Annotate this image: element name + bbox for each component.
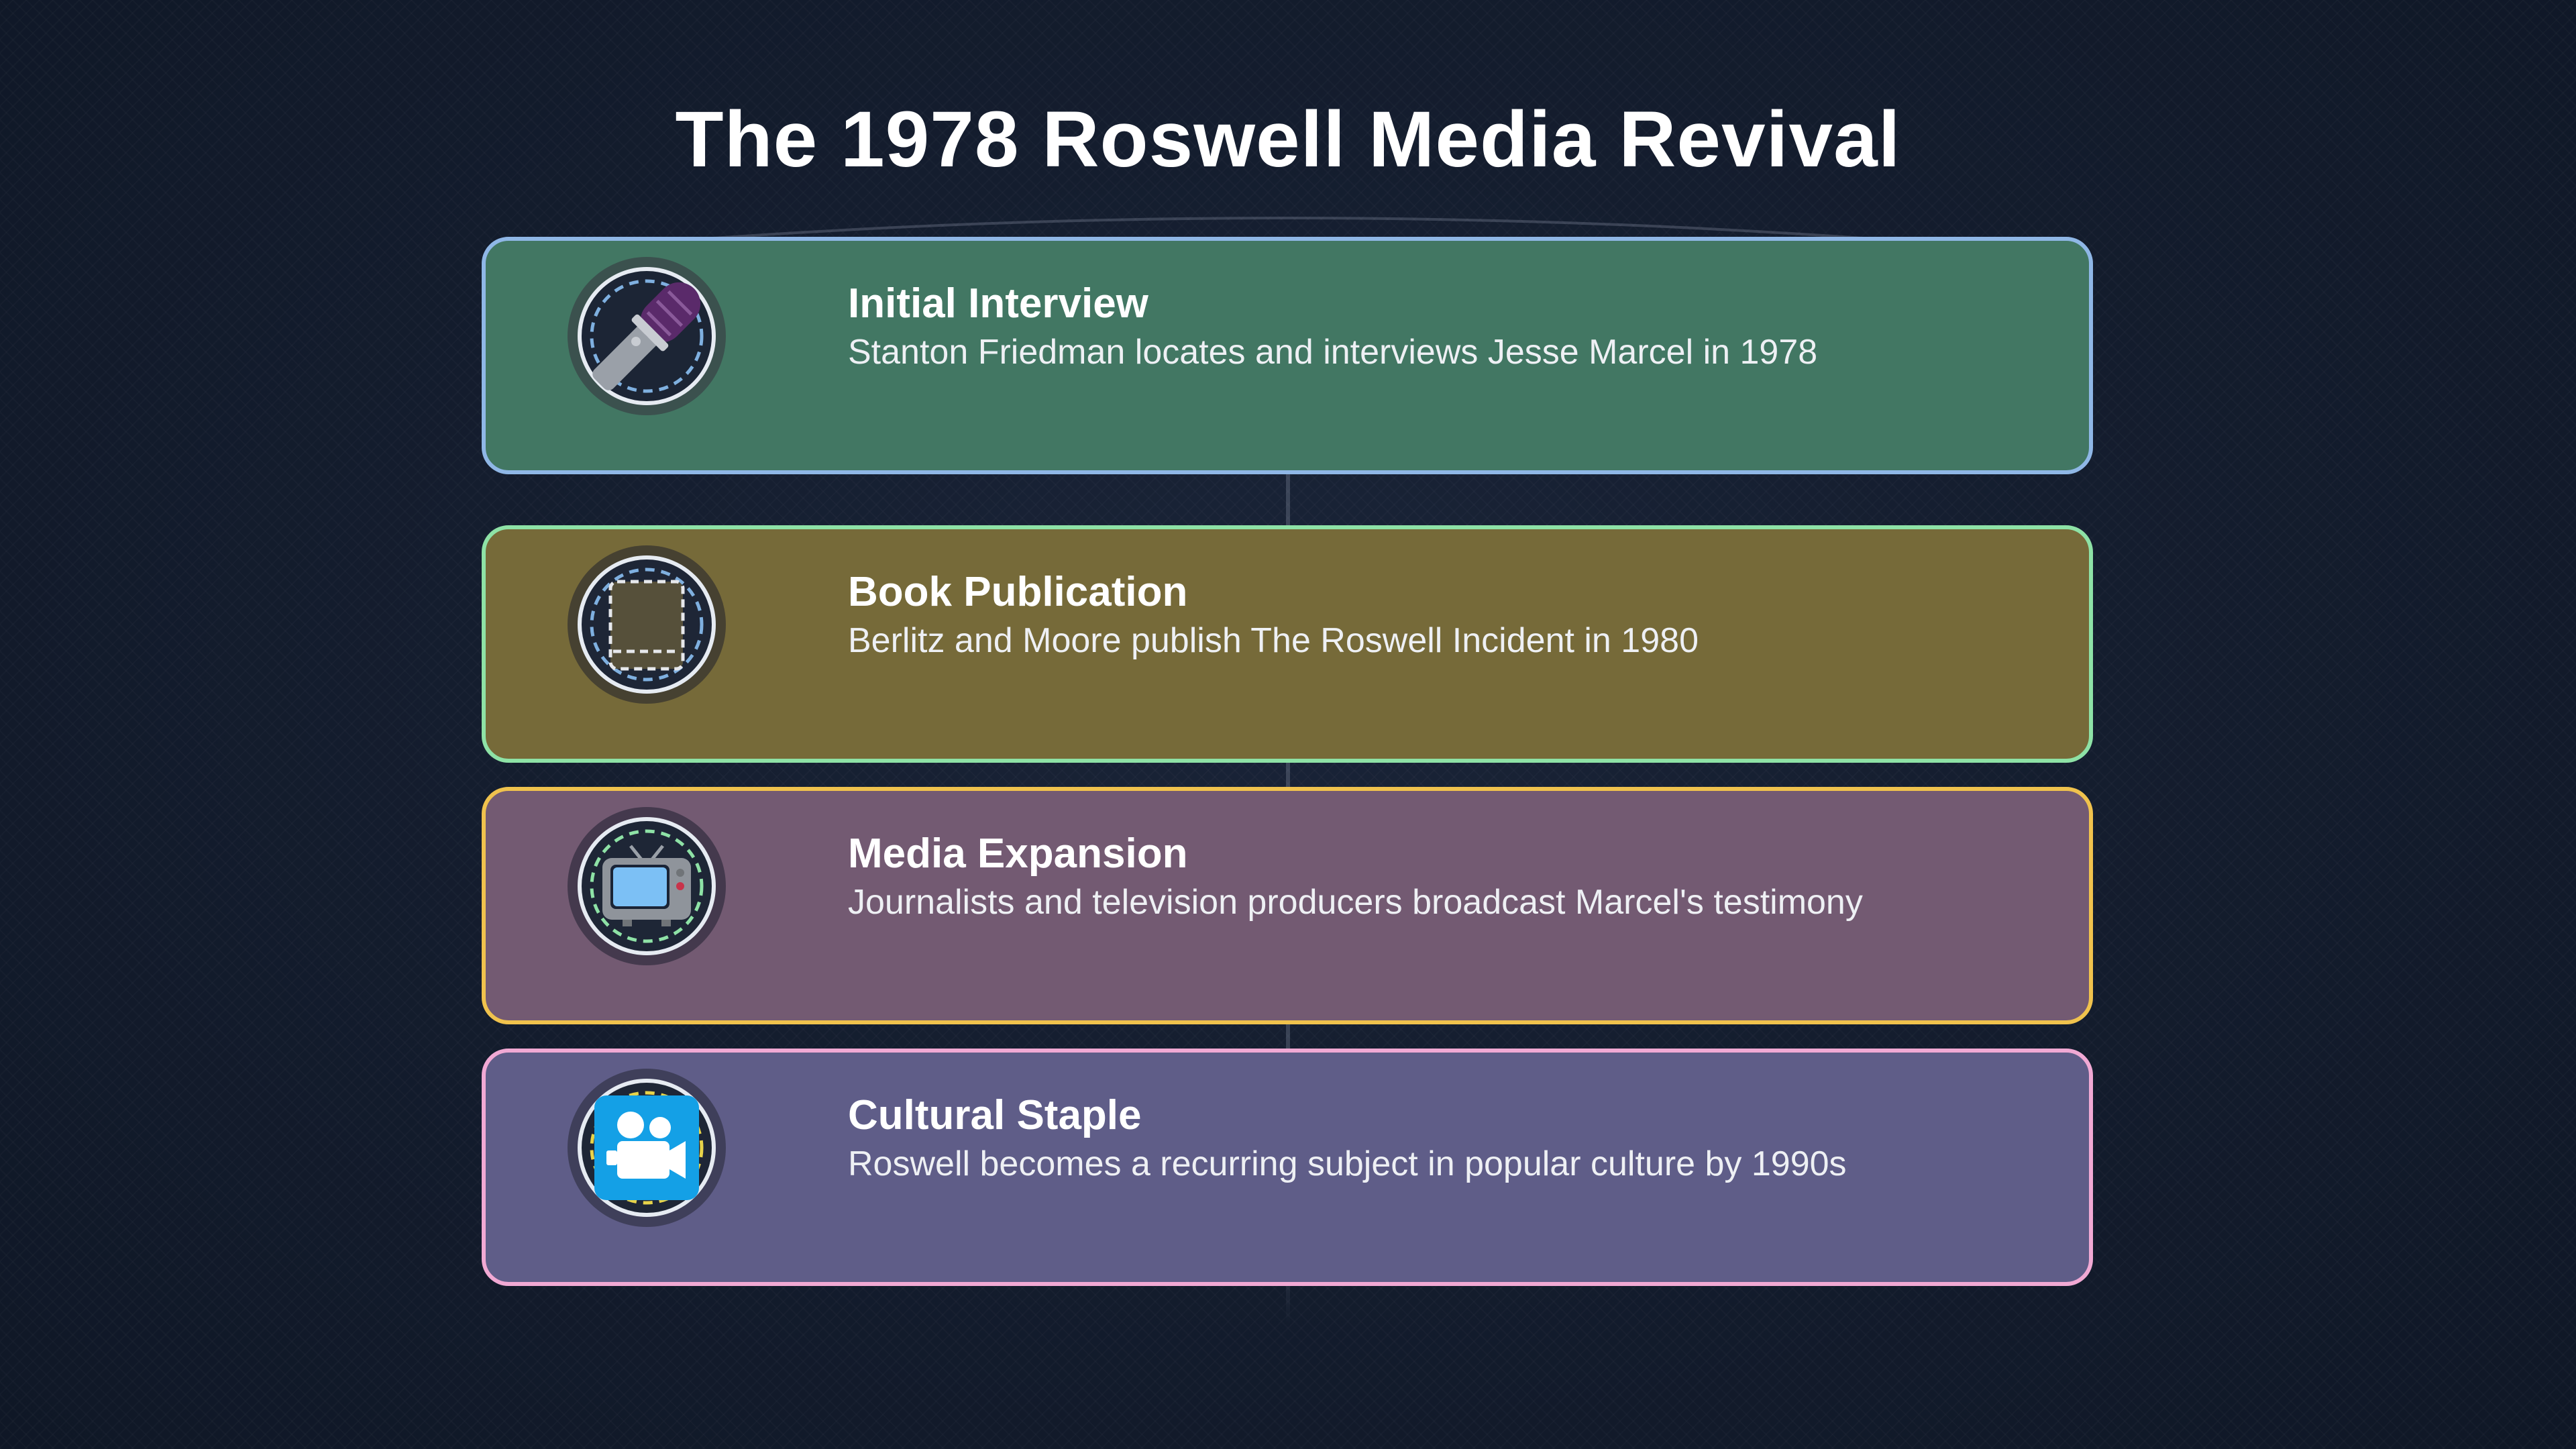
step-title: Initial Interview — [848, 280, 1148, 327]
step-title: Cultural Staple — [848, 1092, 1142, 1138]
step-card-media-expansion: Media Expansion Journalists and televisi… — [482, 787, 2093, 1024]
step-title: Book Publication — [848, 569, 1188, 615]
timeline: Initial Interview Stanton Friedman locat… — [0, 0, 2576, 1449]
video-camera-icon — [566, 1067, 727, 1228]
step-card-initial-interview: Initial Interview Stanton Friedman locat… — [482, 237, 2093, 474]
step-description: Roswell becomes a recurring subject in p… — [848, 1144, 1847, 1183]
book-icon — [566, 544, 727, 705]
step-description: Journalists and television producers bro… — [848, 883, 1863, 922]
television-icon — [566, 806, 727, 967]
step-description: Berlitz and Moore publish The Roswell In… — [848, 621, 1699, 660]
step-title: Media Expansion — [848, 830, 1188, 877]
step-card-cultural-staple: Cultural Staple Roswell becomes a recurr… — [482, 1049, 2093, 1286]
step-card-book-publication: Book Publication Berlitz and Moore publi… — [482, 525, 2093, 763]
microphone-icon — [566, 256, 727, 417]
step-description: Stanton Friedman locates and interviews … — [848, 333, 1818, 372]
